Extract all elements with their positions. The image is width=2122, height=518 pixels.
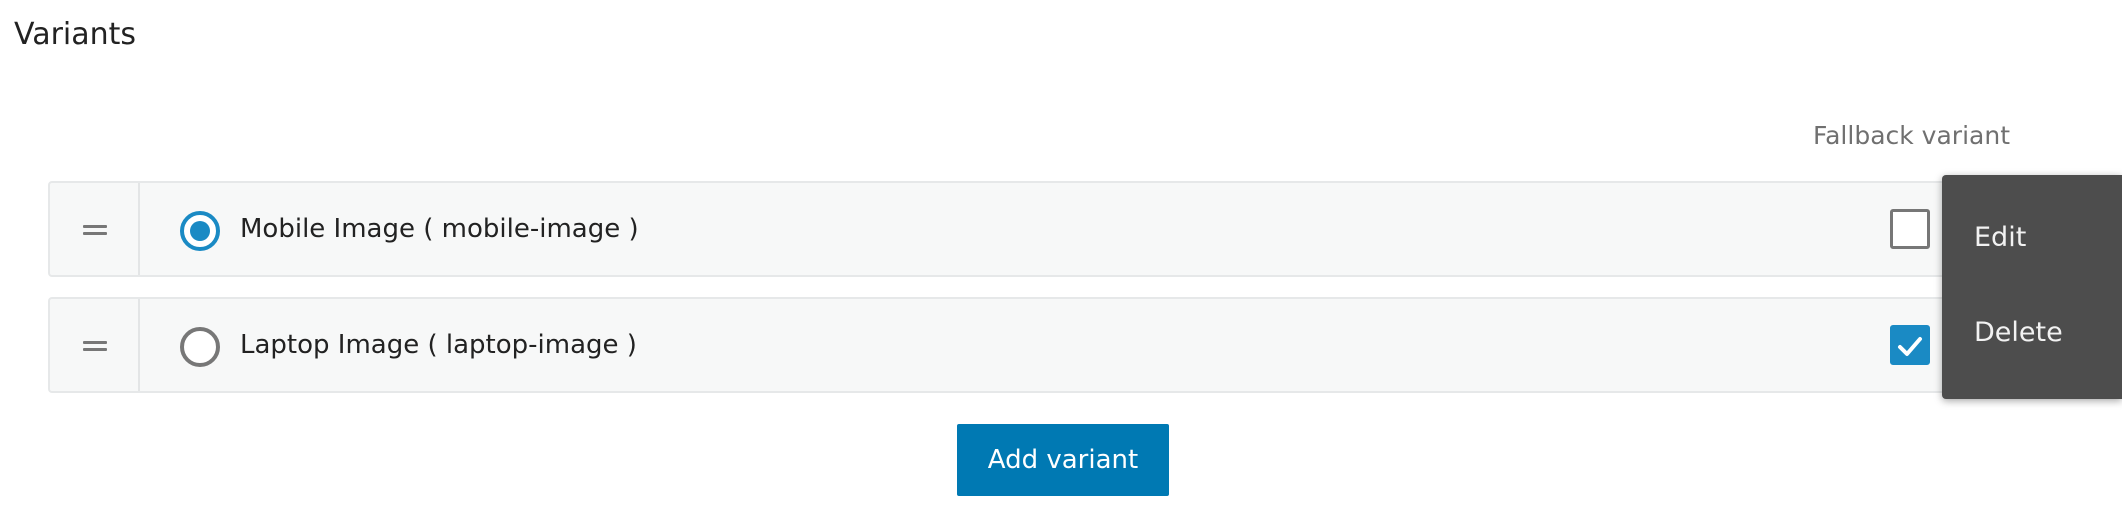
variants-panel: Variants Fallback variant Mobile Image (… bbox=[0, 0, 2122, 518]
variant-label: Laptop Image ( laptop-image ) bbox=[240, 330, 637, 360]
variant-row-mobile-image: Mobile Image ( mobile-image ) bbox=[48, 181, 2088, 277]
fallback-variant-checkbox[interactable] bbox=[1890, 325, 1930, 365]
fallback-variant-checkbox[interactable] bbox=[1890, 209, 1930, 249]
checkmark-icon bbox=[1898, 337, 1922, 356]
default-variant-radio[interactable] bbox=[180, 211, 220, 251]
default-variant-radio[interactable] bbox=[180, 327, 220, 367]
add-variant-button[interactable]: Add variant bbox=[957, 424, 1169, 496]
variant-row-laptop-image: Laptop Image ( laptop-image ) bbox=[48, 297, 2088, 393]
drag-handle-icon[interactable] bbox=[50, 183, 140, 275]
section-title: Variants bbox=[14, 17, 137, 52]
variant-label: Mobile Image ( mobile-image ) bbox=[240, 214, 639, 244]
menu-item-delete[interactable]: Delete bbox=[1942, 303, 2122, 363]
menu-item-edit[interactable]: Edit bbox=[1942, 208, 2122, 268]
drag-handle-icon[interactable] bbox=[50, 299, 140, 391]
fallback-variant-column-header: Fallback variant bbox=[1813, 121, 2010, 150]
variant-context-menu: Edit Delete bbox=[1942, 175, 2122, 399]
